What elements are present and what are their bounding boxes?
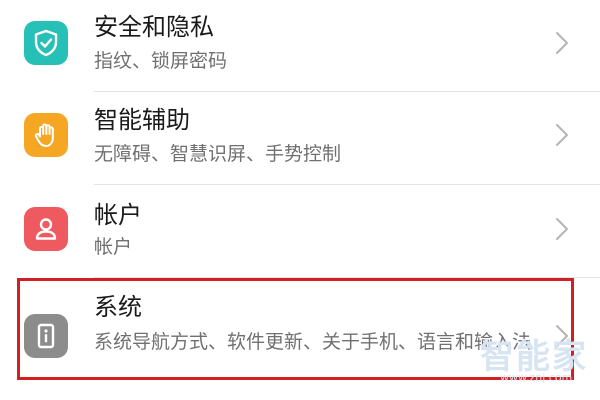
- settings-item-security-privacy[interactable]: 安全和隐私 指纹、锁屏密码: [0, 0, 600, 92]
- item-title: 帐户: [94, 201, 142, 229]
- divider: [94, 277, 600, 278]
- item-title: 安全和隐私: [94, 13, 214, 41]
- item-subtitle: 帐户: [94, 236, 133, 258]
- item-subtitle: 无障碍、智慧识屏、手势控制: [94, 143, 342, 165]
- chevron-right-icon: [556, 218, 568, 240]
- item-title: 智能辅助: [94, 106, 190, 134]
- item-subtitle: 指纹、锁屏密码: [94, 50, 228, 72]
- shield-check-icon: [24, 21, 68, 65]
- chevron-right-icon: [556, 325, 568, 347]
- divider: [94, 91, 600, 92]
- chevron-right-icon: [556, 32, 568, 54]
- divider: [94, 184, 600, 185]
- item-subtitle: 系统导航方式、软件更新、关于手机、语言和输入法: [94, 331, 532, 353]
- hand-icon: [24, 113, 68, 157]
- settings-item-system[interactable]: 系统 系统导航方式、软件更新、关于手机、语言和输入法: [0, 279, 600, 400]
- settings-item-smart-assist[interactable]: 智能辅助 无障碍、智慧识屏、手势控制: [0, 93, 600, 185]
- settings-item-account[interactable]: 帐户 帐户: [0, 186, 600, 278]
- item-title: 系统: [94, 293, 142, 321]
- person-icon: [24, 207, 68, 251]
- chevron-right-icon: [556, 124, 568, 146]
- info-phone-icon: [24, 314, 68, 358]
